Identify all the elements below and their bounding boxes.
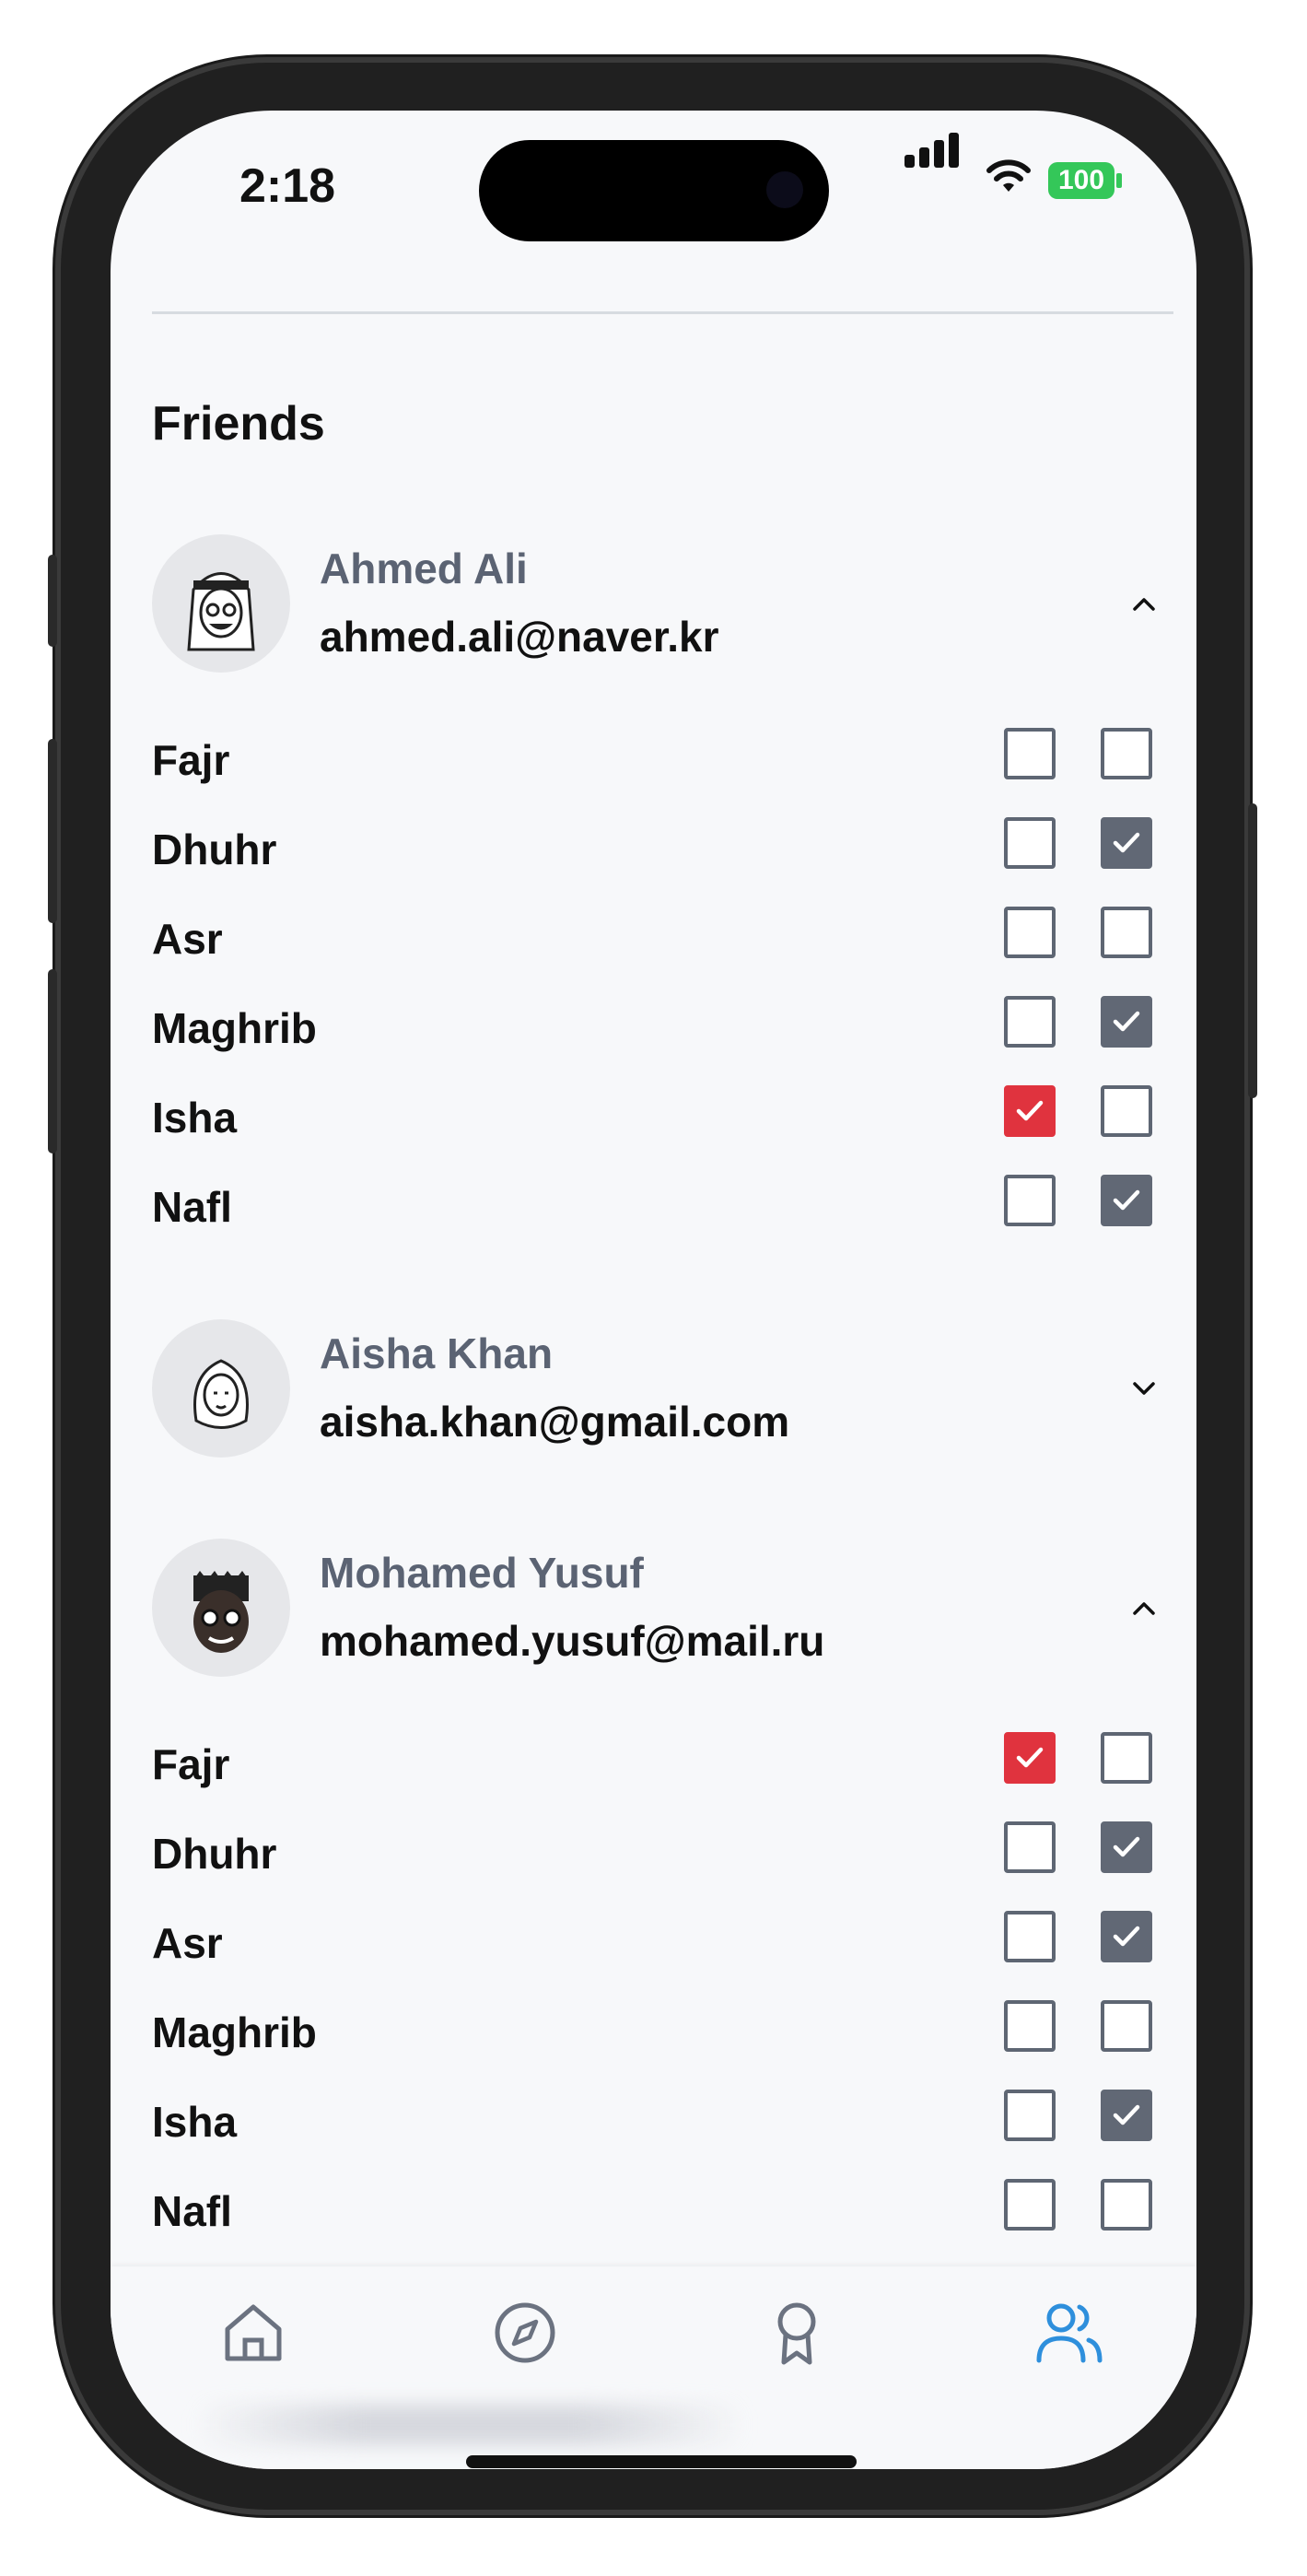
award-icon (777, 2302, 816, 2365)
volume-down-button (48, 969, 57, 1153)
prayer-label: Dhuhr (152, 825, 277, 873)
checkbox[interactable] (1004, 817, 1056, 869)
friend-email: mohamed.yusuf@mail.ru (320, 1617, 825, 1665)
dynamic-island (479, 140, 829, 241)
chevron-down-icon[interactable] (1126, 1370, 1162, 1407)
prayer-row: Isha (152, 2090, 1173, 2179)
prayer-label: Isha (152, 2098, 238, 2146)
checkbox[interactable] (1101, 728, 1152, 779)
tab-home[interactable] (216, 2296, 290, 2370)
checkbox[interactable] (1004, 996, 1056, 1048)
power-button (1248, 803, 1257, 1098)
checkbox[interactable] (1004, 2179, 1056, 2231)
prayer-row: Asr (152, 907, 1173, 996)
checkbox-checked[interactable] (1101, 1821, 1152, 1873)
checkbox[interactable] (1004, 1821, 1056, 1873)
action-button (48, 555, 57, 647)
checkbox-checked[interactable] (1004, 1085, 1056, 1137)
prayer-label: Nafl (152, 1183, 232, 1231)
prayer-label: Asr (152, 915, 223, 963)
prayer-row: Maghrib (152, 996, 1173, 1085)
prayer-label: Fajr (152, 736, 230, 784)
tab-friends[interactable] (1032, 2296, 1105, 2370)
battery-level: 100 (1048, 162, 1114, 199)
prayer-label: Fajr (152, 1740, 230, 1788)
friend-header[interactable]: Mohamed Yusuf mohamed.yusuf@mail.ru (152, 1539, 1173, 1686)
friend-card: Mohamed Yusuf mohamed.yusuf@mail.ru Fajr… (152, 1539, 1173, 2268)
prayer-row: Fajr (152, 1732, 1173, 1821)
avatar (152, 1539, 290, 1677)
checkbox-checked[interactable] (1101, 1175, 1152, 1226)
prayer-row: Maghrib (152, 2000, 1173, 2090)
checkbox[interactable] (1004, 907, 1056, 958)
volume-up-button (48, 739, 57, 923)
prayer-row: Asr (152, 1911, 1173, 2000)
friend-card: Ahmed Ali ahmed.ali@naver.kr Fajr Dhuhr … (152, 534, 1173, 1264)
prayer-row: Isha (152, 1085, 1173, 1175)
checkbox[interactable] (1101, 1732, 1152, 1784)
status-bar: 2:18 100 (111, 111, 1196, 258)
chevron-up-icon[interactable] (1126, 1589, 1162, 1626)
prayer-label: Isha (152, 1094, 238, 1142)
prayer-label: Maghrib (152, 2008, 317, 2056)
prayer-label: Maghrib (152, 1004, 317, 1052)
checkbox[interactable] (1101, 1085, 1152, 1137)
friend-email: ahmed.ali@naver.kr (320, 613, 719, 661)
checkbox[interactable] (1101, 907, 1152, 958)
tab-achievements[interactable] (760, 2296, 834, 2370)
checkbox[interactable] (1004, 2090, 1056, 2141)
checkbox[interactable] (1101, 2000, 1152, 2052)
avatar (152, 1319, 290, 1458)
checkbox-checked[interactable] (1101, 2090, 1152, 2141)
compass-icon (495, 2302, 555, 2363)
friend-card: Aisha Khan aisha.khan@gmail.com (152, 1319, 1173, 1467)
prayer-row: Nafl (152, 1175, 1173, 1264)
prayer-row: Nafl (152, 2179, 1173, 2268)
friends-icon (1036, 2303, 1103, 2363)
checkbox-checked[interactable] (1101, 996, 1152, 1048)
camera-icon (766, 171, 803, 208)
friend-header[interactable]: Aisha Khan aisha.khan@gmail.com (152, 1319, 1173, 1467)
status-time: 2:18 (239, 159, 336, 213)
prayer-row: Fajr (152, 728, 1173, 817)
prayer-row: Dhuhr (152, 1821, 1173, 1911)
battery-icon (1116, 173, 1122, 188)
app-screen: 2:18 100 Friends Ahmed Ali ahmed.ali@nav… (111, 111, 1196, 2469)
checkbox[interactable] (1004, 1911, 1056, 1962)
friend-name: Ahmed Ali (320, 544, 528, 592)
friend-email: aisha.khan@gmail.com (320, 1398, 790, 1446)
friend-header[interactable]: Ahmed Ali ahmed.ali@naver.kr (152, 534, 1173, 682)
checkbox[interactable] (1101, 2179, 1152, 2231)
checkbox[interactable] (1004, 728, 1056, 779)
home-icon (225, 2304, 282, 2361)
prayer-label: Nafl (152, 2187, 232, 2235)
section-title: Friends (152, 397, 325, 451)
friend-name: Aisha Khan (320, 1329, 554, 1377)
checkbox-checked[interactable] (1101, 1911, 1152, 1962)
prayer-label: Asr (152, 1919, 223, 1967)
checkbox[interactable] (1004, 1175, 1056, 1226)
friend-name: Mohamed Yusuf (320, 1549, 644, 1597)
divider (152, 311, 1173, 314)
checkbox[interactable] (1004, 2000, 1056, 2052)
home-indicator[interactable] (466, 2455, 857, 2468)
prayer-label: Dhuhr (152, 1830, 277, 1878)
avatar (152, 534, 290, 673)
blurred-content (193, 2405, 746, 2445)
tab-bar (111, 2266, 1196, 2469)
checkbox-checked[interactable] (1101, 817, 1152, 869)
tab-explore[interactable] (488, 2296, 562, 2370)
chevron-up-icon[interactable] (1126, 585, 1162, 622)
wifi-icon (986, 159, 1031, 192)
checkbox-checked[interactable] (1004, 1732, 1056, 1784)
prayer-row: Dhuhr (152, 817, 1173, 907)
